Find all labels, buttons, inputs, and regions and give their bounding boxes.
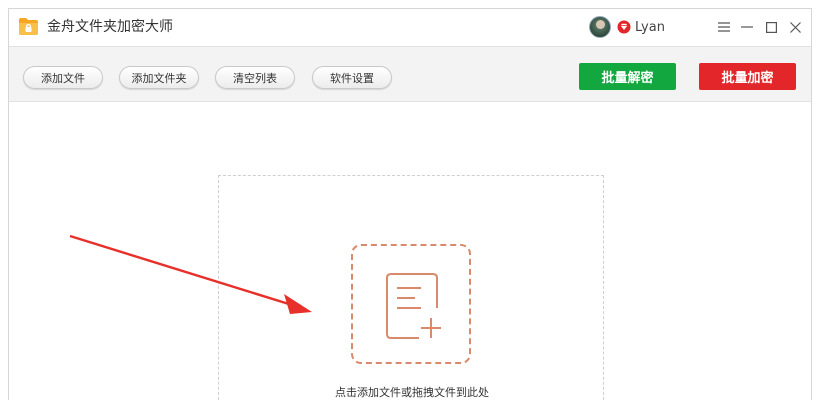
batch-encrypt-button[interactable]: 批量加密: [699, 63, 796, 90]
close-icon[interactable]: [785, 17, 805, 37]
maximize-icon[interactable]: [761, 17, 781, 37]
clear-list-button[interactable]: 清空列表: [215, 66, 295, 89]
title-bar: 金舟文件夹加密大师 Lyan: [9, 9, 811, 46]
user-area[interactable]: Lyan: [589, 15, 665, 39]
folder-lock-icon: [19, 18, 38, 35]
vip-diamond-icon: [617, 20, 631, 34]
add-file-button[interactable]: 添加文件: [23, 66, 103, 89]
menu-icon[interactable]: [714, 17, 734, 37]
add-file-icon: [386, 273, 441, 339]
add-folder-button[interactable]: 添加文件夹: [119, 66, 199, 89]
app-title: 金舟文件夹加密大师: [47, 19, 173, 35]
toolbar: 添加文件 添加文件夹 清空列表 软件设置 批量解密 批量加密: [9, 46, 811, 102]
add-file-area[interactable]: [351, 244, 471, 364]
minimize-icon[interactable]: [737, 17, 757, 37]
batch-decrypt-button[interactable]: 批量解密: [579, 63, 676, 90]
user-avatar[interactable]: [589, 16, 611, 38]
drop-zone[interactable]: 点击添加文件或拖拽文件到此处: [218, 175, 604, 400]
user-name[interactable]: Lyan: [635, 20, 665, 35]
file-list-area[interactable]: 点击添加文件或拖拽文件到此处: [9, 103, 811, 400]
settings-button[interactable]: 软件设置: [312, 66, 392, 89]
app-window: 金舟文件夹加密大师 Lyan 添加文件 添加文件夹 清空列表 软件设置 批量解密…: [8, 8, 812, 400]
drop-hint-text: 点击添加文件或拖拽文件到此处: [335, 386, 489, 399]
